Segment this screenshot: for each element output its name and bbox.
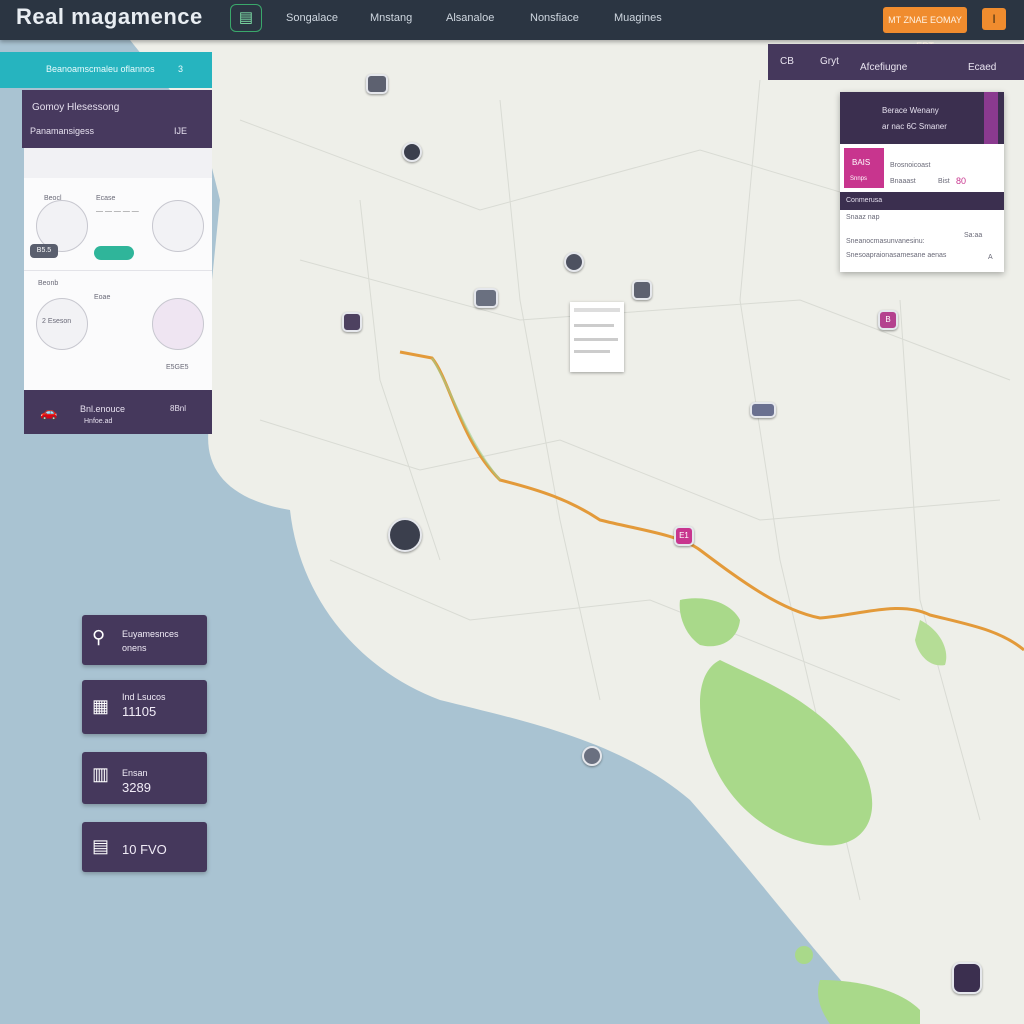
toolbar-item-3[interactable]: Afcefiugne (860, 62, 907, 73)
detail-row-1: Snaaz nap (846, 214, 880, 221)
store-icon: ▦ (92, 696, 110, 716)
map-marker[interactable] (402, 142, 422, 162)
card-value-1: 2 Eseson (42, 318, 72, 325)
left-panel-header: Beanoamscmaleu oflannos 3 (0, 52, 212, 88)
map-marker[interactable] (952, 962, 982, 994)
map-marker[interactable] (582, 746, 602, 766)
car-icon: 🚗 (40, 404, 58, 420)
stat-card-listings[interactable]: ▦ Ind Lsucos 11105 (82, 680, 207, 734)
detail-card-header: Berace Wenany ar nac 6C Smaner (840, 92, 1004, 144)
map-marker[interactable] (750, 402, 776, 418)
detail-row-3: Snesoapraionasamesane aenas (846, 252, 947, 259)
stat-card-locations[interactable]: ⚲ Euyamesnces onens (82, 615, 207, 665)
detail-thumbnail[interactable]: BAIS Snnps (844, 148, 884, 188)
toolbar-item-4[interactable]: Ecaed (968, 62, 996, 73)
card-value-2: E5GE5 (166, 364, 189, 371)
map-marker[interactable] (388, 518, 422, 552)
detail-field-3: Bist (938, 178, 950, 185)
footer-num: 8Bnl (170, 404, 187, 413)
nav-item-1[interactable]: Songalace (286, 12, 338, 24)
map-pin-icon: ⚲ (92, 627, 106, 647)
price-badge: B5.5 (30, 244, 58, 258)
nav-item-3[interactable]: Alsanaloe (446, 12, 494, 24)
map-marker[interactable] (342, 312, 362, 332)
left-panel-subtitle: Panamansigess (30, 126, 95, 136)
nav-item-2[interactable]: Mnstang (370, 12, 412, 24)
status-badge (94, 246, 134, 260)
detail-field-2: Bnaaast (890, 178, 916, 185)
detail-field-1: Brosnoicoast (890, 162, 931, 169)
app-title: Real magamence (16, 4, 203, 29)
left-panel-title-block: Gomoy Hlesessong Panamansigess IJE (22, 90, 212, 148)
footer-sub: Hnfoe.ad (84, 418, 113, 425)
left-info-panel: Beanoamscmaleu oflannos 3 Gomoy Hlesesso… (0, 52, 212, 434)
map-marker[interactable] (632, 280, 652, 300)
building-icon: ▤ (92, 836, 110, 856)
listing-thumb-2[interactable] (152, 200, 204, 252)
row1-item: Ecase (96, 195, 116, 202)
map-marker[interactable] (366, 74, 388, 94)
left-panel-body: Beocl Ecase — — — — — B5.5 Beonb Eoae 2 … (24, 148, 212, 390)
top-navigation-bar: Real magamence ▤ Songalace Mnstang Alsan… (0, 0, 1024, 51)
right-toolbar: CB Gryt Afcefiugne Ecaed (768, 44, 1024, 80)
calendar-icon: ▥ (92, 764, 110, 784)
detail-section-bar: Conmerusa (840, 192, 1004, 210)
detail-row-2-val: Sa:aa (964, 232, 983, 239)
footer-title: Bnl.enouce (80, 404, 126, 414)
detail-row-2: Sneanocmasunvanesinu: (846, 238, 925, 245)
map-popup[interactable] (570, 302, 624, 372)
left-panel-header-text: Beanoamscmaleu oflannos (46, 64, 155, 74)
nav-item-5[interactable]: Muagines (614, 12, 662, 24)
stat-card-events[interactable]: ▥ Ensan 3289 (82, 752, 207, 804)
left-panel-footer[interactable]: 🚗 Bnl.enouce 8Bnl Hnfoe.ad (24, 390, 212, 434)
detail-row-3-val: A (988, 254, 993, 261)
menu-button[interactable]: I (982, 8, 1006, 30)
property-detail-card: Berace Wenany ar nac 6C Smaner BAIS Snnp… (840, 92, 1004, 272)
detail-count: 80 (956, 176, 967, 186)
map-marker[interactable] (564, 252, 584, 272)
map-marker-highlight[interactable]: E1 (674, 526, 694, 546)
toolbar-item-1[interactable]: CB (780, 56, 794, 67)
left-panel-title: Gomoy Hlesessong (32, 102, 120, 113)
row2-text: Beonb (38, 280, 59, 287)
left-panel-subtitle-num: IJE (174, 126, 188, 136)
row1-text: Beocl (44, 195, 62, 202)
map-marker-highlight[interactable]: B (878, 310, 898, 330)
listing-thumb-4[interactable] (152, 298, 204, 350)
row2-item: Eoae (94, 294, 111, 301)
left-panel-header-num: 3 (178, 64, 184, 74)
stat-card-buildings[interactable]: ▤ 10 FVO (82, 822, 207, 872)
primary-cta-button[interactable]: MT ZNAE EOMAY ERT (883, 7, 967, 51)
toolbar-item-2[interactable]: Gryt (820, 56, 839, 67)
app-logo-icon[interactable]: ▤ (230, 4, 262, 32)
nav-item-4[interactable]: Nonsfiace (530, 12, 579, 24)
map-marker[interactable] (474, 288, 498, 308)
